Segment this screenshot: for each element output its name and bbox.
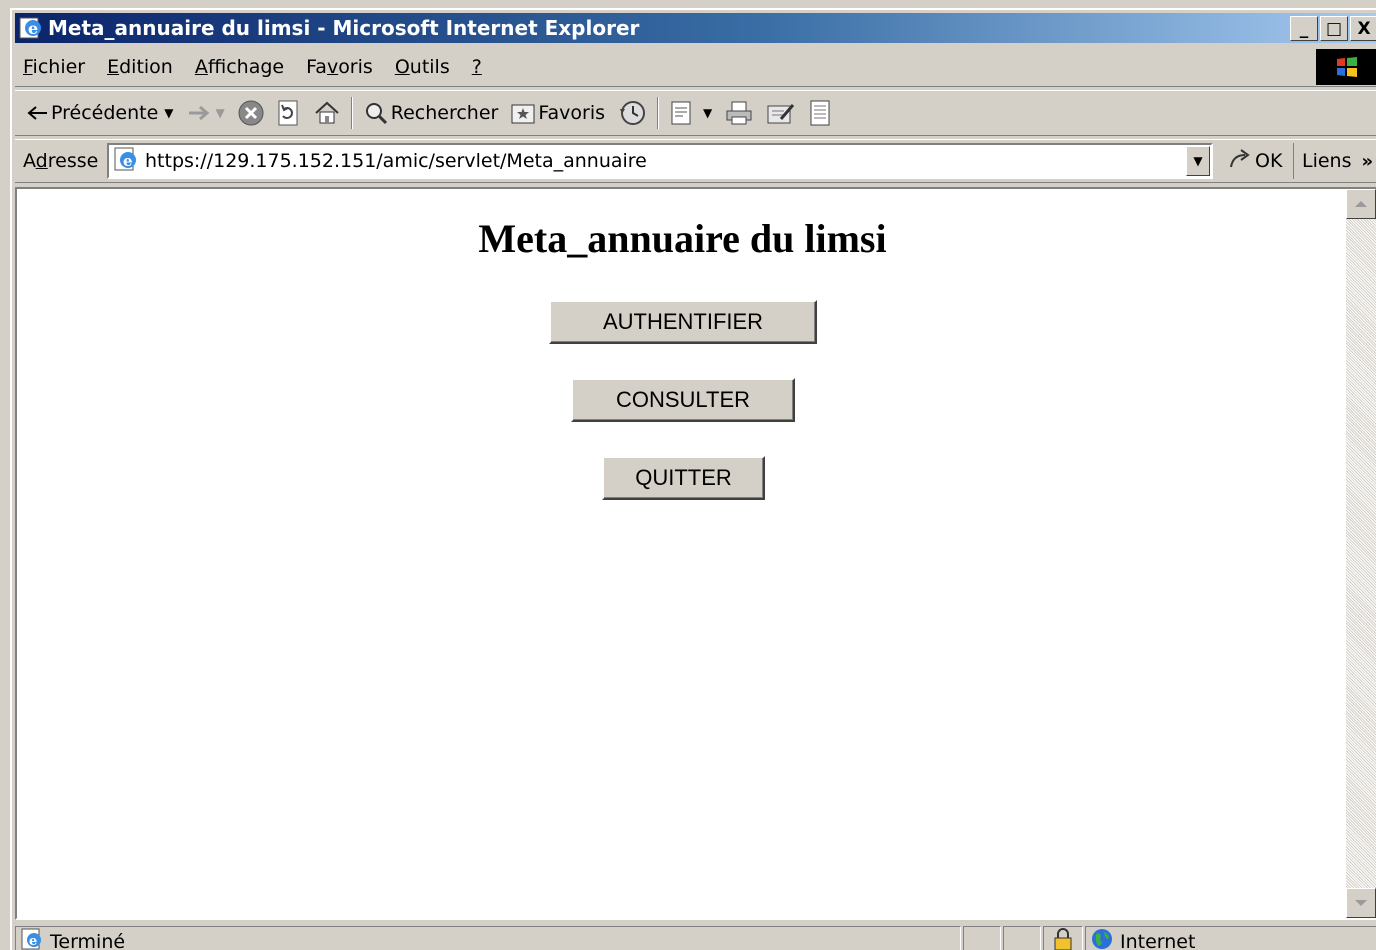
links-more-icon[interactable]: » xyxy=(1362,151,1374,172)
title-bar: e Meta_annuaire du limsi - Microsoft Int… xyxy=(15,13,1376,43)
history-button[interactable] xyxy=(611,95,653,131)
svg-text:e: e xyxy=(28,19,38,38)
menu-edition[interactable]: Edition xyxy=(99,56,187,78)
menu-affichage[interactable]: Affichage xyxy=(187,56,298,78)
print-button[interactable] xyxy=(718,95,760,131)
favorites-icon xyxy=(510,101,536,125)
window-controls: _ □ X xyxy=(1288,16,1376,41)
stop-icon xyxy=(237,99,265,127)
favorites-button[interactable]: Favoris xyxy=(504,95,611,131)
vertical-scrollbar[interactable] xyxy=(1346,189,1376,918)
content-frame: Meta_annuaire du limsi AUTHENTIFIER CONS… xyxy=(15,187,1376,920)
go-arrow-icon xyxy=(1227,147,1253,176)
authentifier-button[interactable]: AUTHENTIFIER xyxy=(549,300,817,344)
scroll-up-button[interactable] xyxy=(1346,189,1376,219)
security-status[interactable] xyxy=(1043,925,1083,950)
toolbar-separator xyxy=(657,97,660,129)
windows-logo-icon xyxy=(1316,49,1376,85)
close-button[interactable]: X xyxy=(1350,16,1376,41)
status-text: Terminé xyxy=(50,930,126,950)
search-label: Rechercher xyxy=(390,102,499,124)
status-cell xyxy=(963,925,1001,950)
history-icon xyxy=(617,99,647,127)
consulter-button[interactable]: CONSULTER xyxy=(571,378,795,422)
favorites-label: Favoris xyxy=(538,102,606,124)
address-input[interactable]: e https://129.175.152.151/amic/servlet/M… xyxy=(107,143,1213,179)
menu-fichier[interactable]: Fichier xyxy=(15,56,99,78)
refresh-icon xyxy=(277,99,301,127)
mail-button[interactable]: ▼ xyxy=(663,95,718,131)
menu-outils[interactable]: Outils xyxy=(387,56,464,78)
links-bar[interactable]: Liens » xyxy=(1293,143,1373,179)
browser-window: e Meta_annuaire du limsi - Microsoft Int… xyxy=(10,8,1376,950)
window-title: Meta_annuaire du limsi - Microsoft Inter… xyxy=(48,16,640,40)
home-button[interactable] xyxy=(307,95,347,131)
globe-icon xyxy=(1090,927,1114,950)
menu-help[interactable]: ? xyxy=(464,56,496,78)
refresh-button[interactable] xyxy=(271,95,307,131)
edit-icon xyxy=(766,100,796,126)
page-content: Meta_annuaire du limsi AUTHENTIFIER CONS… xyxy=(17,189,1348,918)
ie-icon: e xyxy=(19,16,43,40)
quitter-button[interactable]: QUITTER xyxy=(602,456,765,500)
discuss-button[interactable] xyxy=(802,95,838,131)
navigation-toolbar: Précédente ▼ ▼ Rechercher Favoris ▼ xyxy=(15,90,1376,136)
arrow-up-icon xyxy=(1355,201,1367,207)
svg-text:e: e xyxy=(123,152,133,170)
links-label: Liens xyxy=(1302,150,1352,172)
search-button[interactable]: Rechercher xyxy=(357,95,505,131)
ie-status-icon: e xyxy=(20,927,44,950)
address-dropdown-button[interactable]: ▼ xyxy=(1186,146,1210,176)
go-label: OK xyxy=(1255,150,1283,172)
mail-dropdown-icon[interactable]: ▼ xyxy=(703,106,712,120)
status-cell xyxy=(1003,925,1041,950)
address-label: Adresse xyxy=(23,150,99,172)
home-icon xyxy=(313,99,341,127)
scroll-down-button[interactable] xyxy=(1346,888,1376,918)
stop-button[interactable] xyxy=(231,95,271,131)
address-url[interactable]: https://129.175.152.151/amic/servlet/Met… xyxy=(145,150,647,172)
back-arrow-icon xyxy=(27,104,49,122)
page-title: Meta_annuaire du limsi xyxy=(478,216,887,261)
search-icon xyxy=(363,100,389,126)
mail-icon xyxy=(669,99,697,127)
status-bar: e Terminé Internet xyxy=(15,923,1376,950)
forward-button[interactable]: ▼ xyxy=(180,95,231,131)
address-bar: Adresse e https://129.175.152.151/amic/s… xyxy=(15,139,1376,183)
zone-label: Internet xyxy=(1120,930,1196,950)
discuss-icon xyxy=(808,99,832,127)
toolbar-separator xyxy=(350,97,353,129)
back-button[interactable]: Précédente ▼ xyxy=(21,95,180,131)
back-label: Précédente xyxy=(51,102,159,124)
maximize-button[interactable]: □ xyxy=(1320,16,1348,41)
lock-icon xyxy=(1052,926,1074,950)
minimize-button[interactable]: _ xyxy=(1290,16,1318,41)
svg-text:e: e xyxy=(29,934,37,949)
arrow-down-icon xyxy=(1355,900,1367,906)
ie-page-icon: e xyxy=(113,146,139,177)
edit-button[interactable] xyxy=(760,95,802,131)
forward-dropdown-icon[interactable]: ▼ xyxy=(216,106,225,120)
back-dropdown-icon[interactable]: ▼ xyxy=(164,106,173,120)
go-button[interactable]: OK xyxy=(1227,147,1293,176)
print-icon xyxy=(724,100,754,126)
security-zone: Internet xyxy=(1085,925,1376,950)
menu-favoris[interactable]: Favoris xyxy=(298,56,387,78)
menu-bar: Fichier Edition Affichage Favoris Outils… xyxy=(15,47,1376,87)
forward-arrow-icon xyxy=(186,104,210,122)
status-main: e Terminé xyxy=(15,925,961,950)
